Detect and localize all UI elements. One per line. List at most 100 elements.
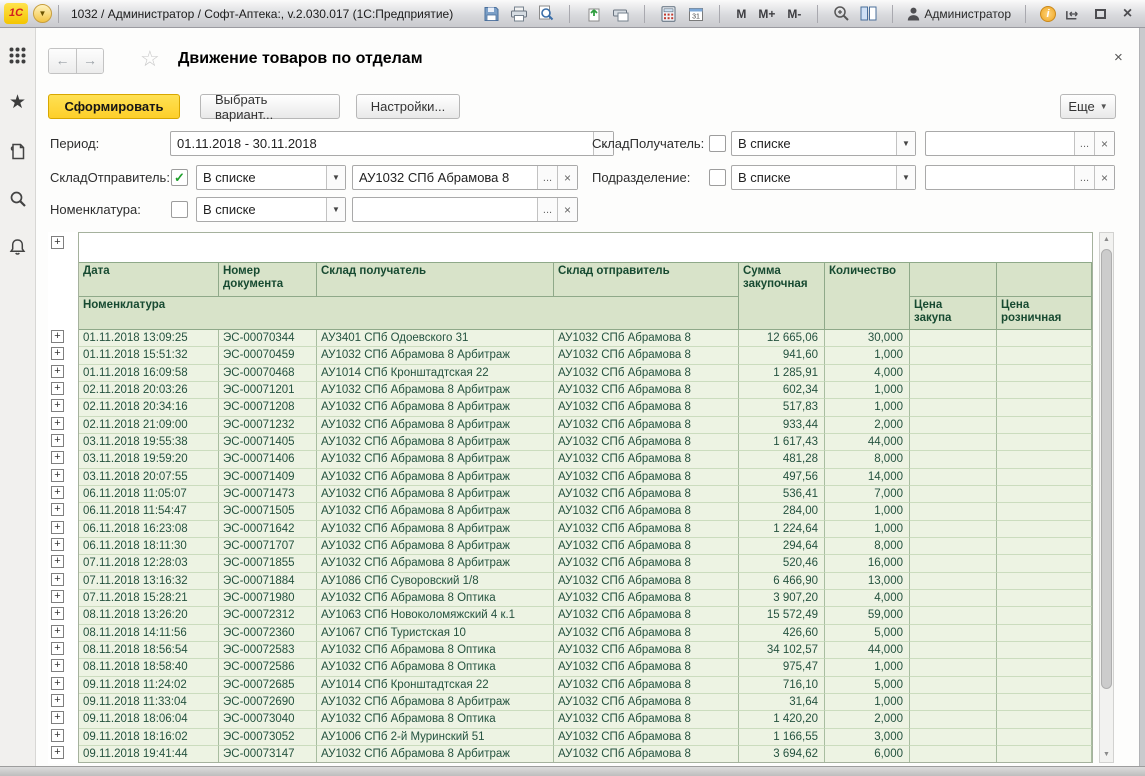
cell-retail-price[interactable]: [997, 521, 1092, 538]
cell-warehouse-sender[interactable]: АУ1032 СПб Абрамова 8: [554, 607, 739, 624]
cell-doc-number[interactable]: ЭС-00071232: [219, 417, 317, 434]
cell-doc-number[interactable]: ЭС-00073040: [219, 711, 317, 728]
notifications-bell-icon[interactable]: [7, 236, 29, 258]
settings-button[interactable]: Настройки...: [356, 94, 460, 119]
cell-doc-number[interactable]: ЭС-00073147: [219, 746, 317, 763]
sender-clear-button[interactable]: ×: [557, 166, 577, 189]
row-expand-icon[interactable]: +: [51, 451, 64, 464]
cell-retail-price[interactable]: [997, 486, 1092, 503]
scroll-up-icon[interactable]: ▲: [1100, 233, 1113, 247]
cell-warehouse-receiver[interactable]: АУ1032 СПб Абрамова 8 Арбитраж: [317, 521, 554, 538]
cell-purchase-sum[interactable]: 294,64: [739, 538, 825, 555]
cell-date[interactable]: 02.11.2018 20:34:16: [79, 399, 219, 416]
nomenclature-condition-dropdown-icon[interactable]: ▼: [326, 198, 345, 221]
cell-date[interactable]: 09.11.2018 19:41:44: [79, 746, 219, 763]
table-row[interactable]: 06.11.2018 11:54:47 ЭС-00071505 АУ1032 С…: [79, 503, 1092, 520]
cell-quantity[interactable]: 1,000: [825, 694, 910, 711]
table-row[interactable]: 06.11.2018 16:23:08 ЭС-00071642 АУ1032 С…: [79, 521, 1092, 538]
cell-warehouse-receiver[interactable]: АУ1032 СПб Абрамова 8 Арбитраж: [317, 538, 554, 555]
vertical-scrollbar[interactable]: ▲ ▼: [1099, 232, 1114, 763]
cell-doc-number[interactable]: ЭС-00071855: [219, 555, 317, 572]
table-row[interactable]: 07.11.2018 13:16:32 ЭС-00071884 АУ1086 С…: [79, 573, 1092, 590]
receiver-value[interactable]: [926, 132, 1074, 155]
cell-retail-price[interactable]: [997, 573, 1092, 590]
cell-warehouse-sender[interactable]: АУ1032 СПб Абрамова 8: [554, 746, 739, 763]
table-row[interactable]: 01.11.2018 16:09:58 ЭС-00070468 АУ1014 С…: [79, 365, 1092, 382]
cell-doc-number[interactable]: ЭС-00072586: [219, 659, 317, 676]
row-expand-icon[interactable]: +: [51, 330, 64, 343]
cell-purchase-sum[interactable]: 6 466,90: [739, 573, 825, 590]
cell-warehouse-receiver[interactable]: АУ1067 СПб Туристская 10: [317, 625, 554, 642]
row-expand-icon[interactable]: +: [51, 573, 64, 586]
cell-retail-price[interactable]: [997, 347, 1092, 364]
forward-button[interactable]: →: [76, 49, 103, 73]
cell-quantity[interactable]: 1,000: [825, 347, 910, 364]
sender-value[interactable]: АУ1032 СПб Абрамова 8: [353, 166, 537, 189]
cell-quantity[interactable]: 1,000: [825, 399, 910, 416]
cell-quantity[interactable]: 1,000: [825, 503, 910, 520]
favorite-toggle-star-icon[interactable]: ☆: [140, 46, 160, 72]
cell-purchase-sum[interactable]: 15 572,49: [739, 607, 825, 624]
cell-date[interactable]: 07.11.2018 12:28:03: [79, 555, 219, 572]
cell-purchase-sum[interactable]: 1 285,91: [739, 365, 825, 382]
cell-doc-number[interactable]: ЭС-00072360: [219, 625, 317, 642]
cell-purchase-price[interactable]: [910, 590, 997, 607]
cell-purchase-sum[interactable]: 933,44: [739, 417, 825, 434]
cell-doc-number[interactable]: ЭС-00071884: [219, 573, 317, 590]
cell-date[interactable]: 06.11.2018 11:54:47: [79, 503, 219, 520]
cell-retail-price[interactable]: [997, 746, 1092, 763]
cell-warehouse-receiver[interactable]: АУ1032 СПб Абрамова 8 Оптика: [317, 711, 554, 728]
cell-purchase-sum[interactable]: 3 694,62: [739, 746, 825, 763]
table-row[interactable]: 08.11.2018 14:11:56 ЭС-00072360 АУ1067 С…: [79, 625, 1092, 642]
row-expand-icon[interactable]: +: [51, 347, 64, 360]
cell-date[interactable]: 08.11.2018 14:11:56: [79, 625, 219, 642]
row-expand-icon[interactable]: +: [51, 694, 64, 707]
cell-purchase-price[interactable]: [910, 521, 997, 538]
back-button[interactable]: ←: [49, 49, 76, 73]
row-expand-icon[interactable]: +: [51, 659, 64, 672]
cell-purchase-sum[interactable]: 1 166,55: [739, 729, 825, 746]
cell-retail-price[interactable]: [997, 711, 1092, 728]
cell-purchase-sum[interactable]: 497,56: [739, 469, 825, 486]
cell-purchase-sum[interactable]: 426,60: [739, 625, 825, 642]
cell-warehouse-receiver[interactable]: АУ1032 СПб Абрамова 8 Арбитраж: [317, 417, 554, 434]
row-expand-icon[interactable]: +: [51, 417, 64, 430]
cell-retail-price[interactable]: [997, 625, 1092, 642]
cell-date[interactable]: 08.11.2018 18:58:40: [79, 659, 219, 676]
cell-purchase-sum[interactable]: 716,10: [739, 677, 825, 694]
cell-warehouse-receiver[interactable]: АУ1032 СПб Абрамова 8 Арбитраж: [317, 486, 554, 503]
cell-warehouse-receiver[interactable]: АУ1032 СПб Абрамова 8 Оптика: [317, 642, 554, 659]
cell-warehouse-receiver[interactable]: АУ1032 СПб Абрамова 8 Арбитраж: [317, 746, 554, 763]
table-row[interactable]: 09.11.2018 18:16:02 ЭС-00073052 АУ1006 С…: [79, 729, 1092, 746]
cell-quantity[interactable]: 44,000: [825, 642, 910, 659]
row-expand-icon[interactable]: +: [51, 434, 64, 447]
cell-purchase-sum[interactable]: 536,41: [739, 486, 825, 503]
cell-warehouse-receiver[interactable]: АУ1032 СПб Абрамова 8 Арбитраж: [317, 451, 554, 468]
print-document-icon[interactable]: [611, 5, 630, 23]
generate-button[interactable]: Сформировать: [48, 94, 180, 119]
main-menu-button[interactable]: ▼: [33, 4, 52, 23]
table-row[interactable]: 01.11.2018 13:09:25 ЭС-00070344 АУ3401 С…: [79, 330, 1092, 347]
cell-warehouse-receiver[interactable]: АУ1032 СПб Абрамова 8 Арбитраж: [317, 469, 554, 486]
cell-date[interactable]: 01.11.2018 13:09:25: [79, 330, 219, 347]
nomenclature-clear-button[interactable]: ×: [557, 198, 577, 221]
row-expand-icon[interactable]: +: [51, 677, 64, 690]
division-clear-button[interactable]: ×: [1094, 166, 1114, 189]
receiver-ellipsis-button[interactable]: ...: [1074, 132, 1094, 155]
cell-purchase-price[interactable]: [910, 573, 997, 590]
cell-purchase-sum[interactable]: 1 224,64: [739, 521, 825, 538]
cell-retail-price[interactable]: [997, 503, 1092, 520]
cell-warehouse-receiver[interactable]: АУ1032 СПб Абрамова 8 Арбитраж: [317, 347, 554, 364]
cell-purchase-sum[interactable]: 520,46: [739, 555, 825, 572]
cell-warehouse-sender[interactable]: АУ1032 СПб Абрамова 8: [554, 625, 739, 642]
cell-warehouse-sender[interactable]: АУ1032 СПб Абрамова 8: [554, 382, 739, 399]
choose-variant-button[interactable]: Выбрать вариант...: [200, 94, 340, 119]
row-expand-icon[interactable]: +: [51, 399, 64, 412]
cell-warehouse-receiver[interactable]: АУ1032 СПб Абрамова 8 Арбитраж: [317, 382, 554, 399]
cell-quantity[interactable]: 1,000: [825, 521, 910, 538]
cell-quantity[interactable]: 2,000: [825, 417, 910, 434]
cell-warehouse-receiver[interactable]: АУ1086 СПб Суворовский 1/8: [317, 573, 554, 590]
cell-warehouse-receiver[interactable]: АУ1032 СПб Абрамова 8 Арбитраж: [317, 555, 554, 572]
cell-date[interactable]: 09.11.2018 18:06:04: [79, 711, 219, 728]
cell-doc-number[interactable]: ЭС-00071405: [219, 434, 317, 451]
